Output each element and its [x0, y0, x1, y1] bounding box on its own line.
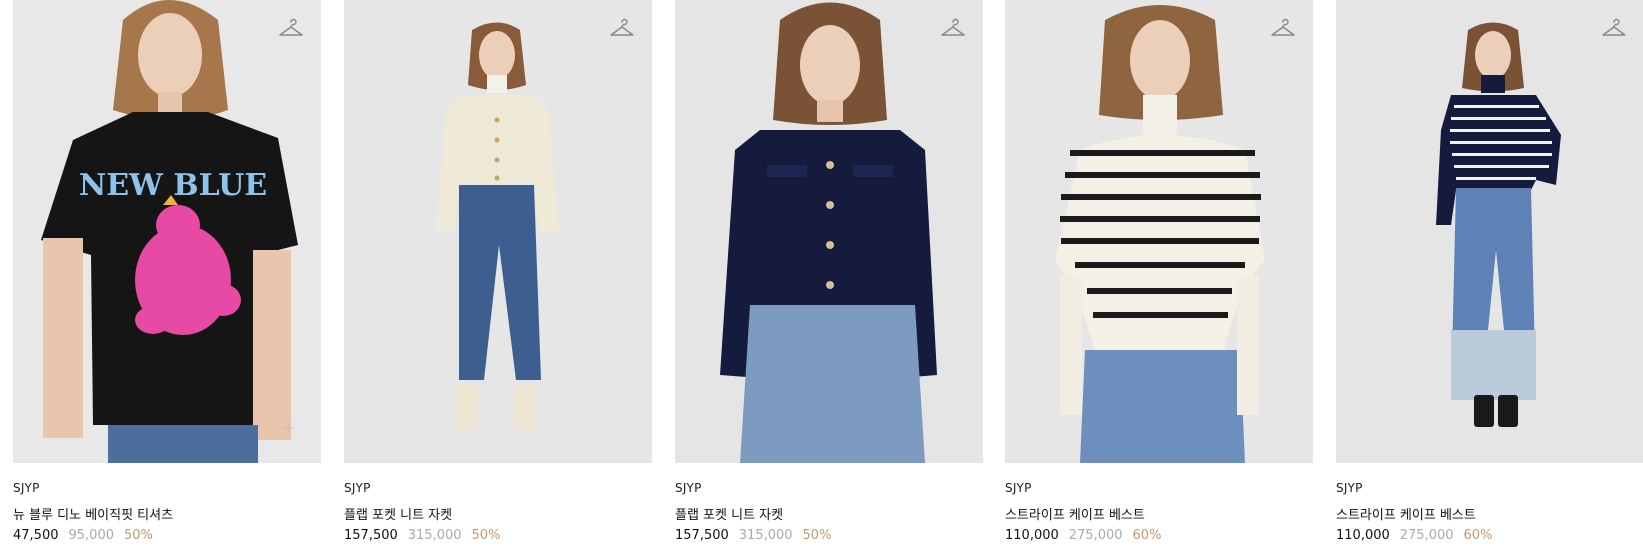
discount-rate: 60% — [1132, 528, 1162, 543]
sale-price: 110,000 — [1336, 528, 1390, 543]
product-name[interactable]: 뉴 블루 디노 베이직핏 티셔츠 — [13, 504, 173, 523]
plus-icon — [283, 422, 295, 434]
sale-price: 47,500 — [13, 528, 59, 543]
shirt-print-text: NEW BLUE — [79, 168, 267, 203]
discount-rate: 60% — [1463, 528, 1493, 543]
product-grid: NEW BLUE SJYP 뉴 블루 디노 베이직핏 티셔츠 47,500 95,… — [0, 0, 1643, 557]
original-price: 275,000 — [1399, 528, 1454, 543]
price-row: 110,000 275,000 60% — [1005, 528, 1161, 543]
product-image[interactable] — [344, 0, 652, 463]
original-price: 315,000 — [738, 528, 793, 543]
product-name[interactable]: 스트라이프 케이프 베스트 — [1005, 504, 1145, 523]
price-row: 157,500 315,000 50% — [344, 528, 500, 543]
product-brand: SJYP — [1005, 481, 1032, 495]
sale-price: 157,500 — [675, 528, 729, 543]
hanger-icon[interactable] — [609, 17, 635, 39]
product-name[interactable]: 플랩 포켓 니트 자켓 — [344, 504, 452, 523]
product-image[interactable] — [675, 0, 983, 463]
original-price: 95,000 — [68, 528, 115, 543]
product-card[interactable]: SJYP 플랩 포켓 니트 자켓 157,500 315,000 50% — [344, 0, 652, 557]
hanger-icon[interactable] — [1270, 17, 1296, 39]
sale-price: 157,500 — [344, 528, 398, 543]
product-card[interactable]: SJYP 스트라이프 케이프 베스트 110,000 275,000 60% — [1336, 0, 1643, 557]
model-photo: NEW BLUE — [13, 0, 321, 463]
model-photo — [344, 0, 652, 463]
hanger-icon[interactable] — [1601, 17, 1627, 39]
product-brand: SJYP — [344, 481, 371, 495]
price-row: 110,000 275,000 60% — [1336, 528, 1492, 543]
product-card[interactable]: NEW BLUE SJYP 뉴 블루 디노 베이직핏 티셔츠 47,500 95,… — [13, 0, 321, 557]
discount-rate: 50% — [471, 528, 501, 543]
original-price: 315,000 — [407, 528, 462, 543]
model-photo — [675, 0, 983, 463]
product-image[interactable] — [1005, 0, 1313, 463]
product-name[interactable]: 스트라이프 케이프 베스트 — [1336, 504, 1476, 523]
model-photo — [1005, 0, 1313, 463]
product-brand: SJYP — [1336, 481, 1363, 495]
product-image[interactable]: NEW BLUE — [13, 0, 321, 463]
discount-rate: 50% — [124, 528, 153, 543]
product-card[interactable]: SJYP 스트라이프 케이프 베스트 110,000 275,000 60% — [1005, 0, 1313, 557]
hanger-icon[interactable] — [278, 17, 304, 39]
price-row: 157,500 315,000 50% — [675, 528, 831, 543]
product-brand: SJYP — [675, 481, 702, 495]
original-price: 275,000 — [1068, 528, 1123, 543]
discount-rate: 50% — [802, 528, 832, 543]
hanger-icon[interactable] — [940, 17, 966, 39]
model-photo — [1336, 0, 1643, 463]
product-brand: SJYP — [13, 481, 40, 495]
product-name[interactable]: 플랩 포켓 니트 자켓 — [675, 504, 783, 523]
product-card[interactable]: SJYP 플랩 포켓 니트 자켓 157,500 315,000 50% — [675, 0, 983, 557]
price-row: 47,500 95,000 50% — [13, 528, 153, 543]
product-image[interactable] — [1336, 0, 1643, 463]
sale-price: 110,000 — [1005, 528, 1059, 543]
